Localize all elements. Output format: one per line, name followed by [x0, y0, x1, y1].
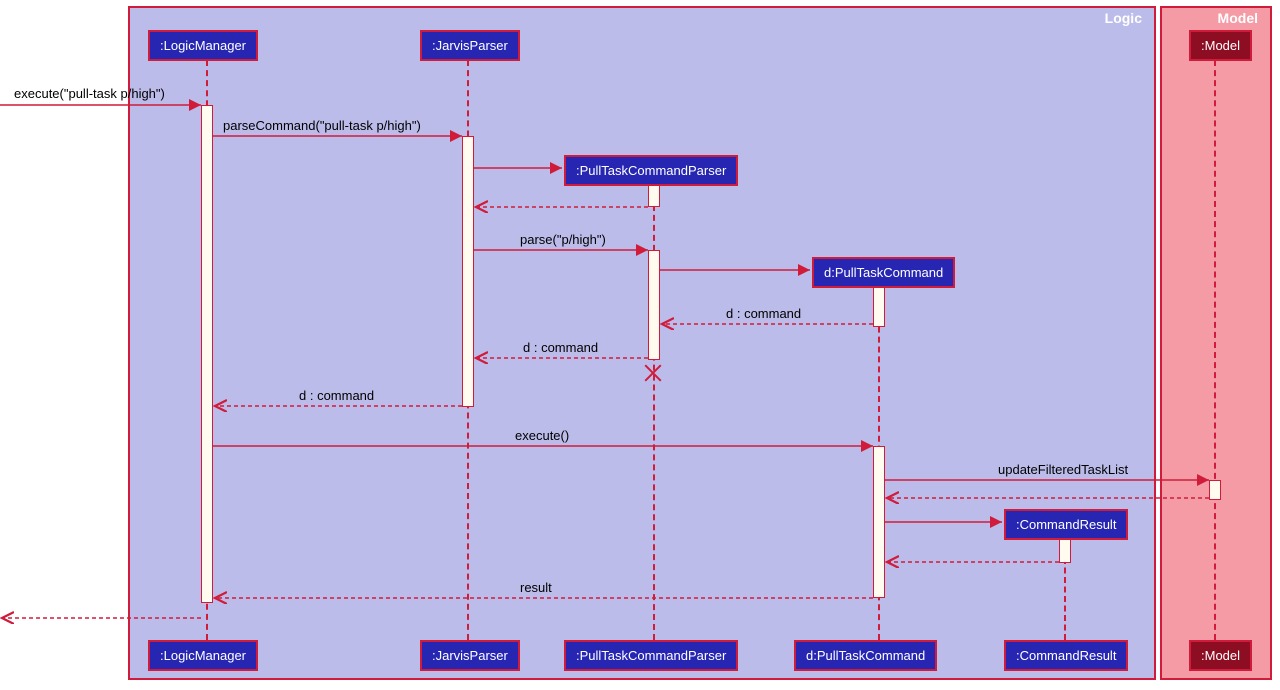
model-head: :Model [1189, 30, 1252, 61]
msg-dcmd3: d : command [299, 388, 374, 403]
pulltask-command-foot: d:PullTaskCommand [794, 640, 937, 671]
activation-pulltask-command-1 [873, 287, 885, 327]
model-frame-label: Model [1214, 8, 1262, 28]
command-result-flabel: :CommandResult [1016, 648, 1116, 663]
msg-parseCommand: parseCommand("pull-task p/high") [223, 118, 421, 133]
destroy-icon [642, 362, 664, 384]
model-label: :Model [1201, 38, 1240, 53]
jarvis-parser-head: :JarvisParser [420, 30, 520, 61]
msg-dcmd1: d : command [726, 306, 801, 321]
msg-execute: execute() [515, 428, 569, 443]
jarvis-parser-flabel: :JarvisParser [432, 648, 508, 663]
pulltask-command-label: d:PullTaskCommand [824, 265, 943, 280]
msg-execute-in: execute("pull-task p/high") [14, 86, 165, 101]
msg-parse: parse("p/high") [520, 232, 606, 247]
model-foot: :Model [1189, 640, 1252, 671]
activation-pulltask-parser-1 [648, 185, 660, 207]
model-frame: Model [1160, 6, 1272, 680]
logic-frame: Logic [128, 6, 1156, 680]
model-flabel: :Model [1201, 648, 1240, 663]
activation-pulltask-command-2 [873, 446, 885, 598]
pulltask-command-flabel: d:PullTaskCommand [806, 648, 925, 663]
jarvis-parser-label: :JarvisParser [432, 38, 508, 53]
activation-command-result [1059, 539, 1071, 563]
activation-model [1209, 480, 1221, 500]
logic-manager-head: :LogicManager [148, 30, 258, 61]
msg-result: result [520, 580, 552, 595]
pulltask-parser-flabel: :PullTaskCommandParser [576, 648, 726, 663]
lifeline-model [1214, 60, 1216, 640]
activation-jarvis-parser [462, 136, 474, 407]
pulltask-parser-foot: :PullTaskCommandParser [564, 640, 738, 671]
msg-updateFilteredTaskList: updateFilteredTaskList [998, 462, 1128, 477]
pulltask-parser-label: :PullTaskCommandParser [576, 163, 726, 178]
logic-manager-flabel: :LogicManager [160, 648, 246, 663]
pulltask-parser-create: :PullTaskCommandParser [564, 155, 738, 186]
logic-frame-label: Logic [1101, 8, 1146, 28]
activation-pulltask-parser-2 [648, 250, 660, 360]
activation-logic-manager [201, 105, 213, 603]
msg-dcmd2: d : command [523, 340, 598, 355]
command-result-create: :CommandResult [1004, 509, 1128, 540]
pulltask-command-create: d:PullTaskCommand [812, 257, 955, 288]
jarvis-parser-foot: :JarvisParser [420, 640, 520, 671]
logic-manager-foot: :LogicManager [148, 640, 258, 671]
logic-manager-label: :LogicManager [160, 38, 246, 53]
command-result-foot: :CommandResult [1004, 640, 1128, 671]
command-result-label: :CommandResult [1016, 517, 1116, 532]
